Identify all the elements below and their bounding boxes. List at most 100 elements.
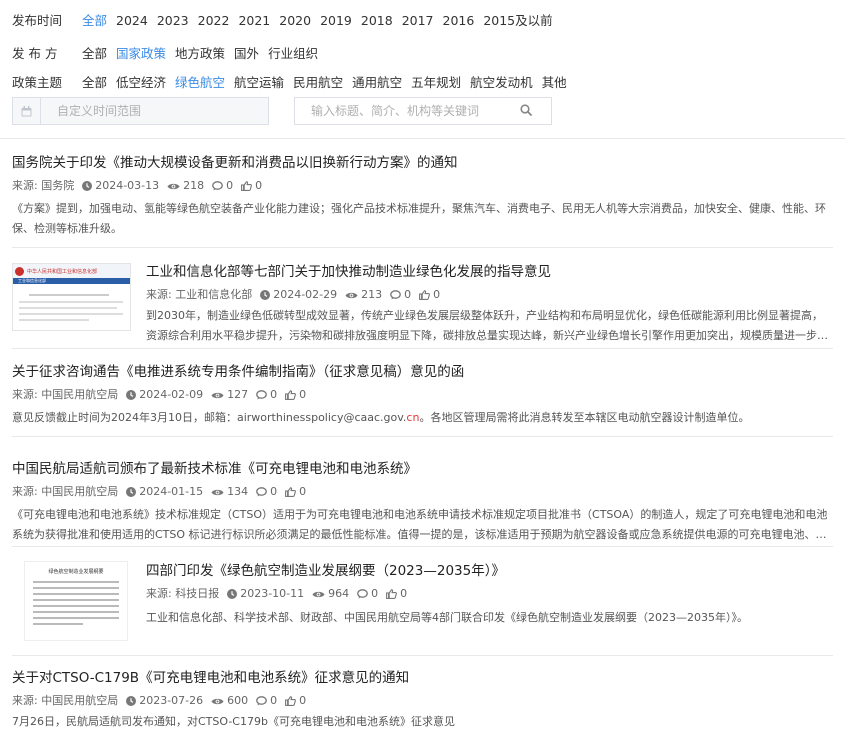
- item-title[interactable]: 关于对CTSO-C179B《可充电锂电池和电池系统》征求意见的通知: [12, 668, 833, 688]
- item-summary: 到2030年，制造业绿色低碳转型成效显著，传统产业绿色发展层级整体跃升，产业结构…: [146, 309, 828, 342]
- eye-icon: [345, 292, 358, 298]
- search-icon[interactable]: [520, 103, 532, 119]
- item-views: 127: [227, 388, 249, 401]
- item-views: 600: [227, 694, 249, 707]
- item-meta: 来源: 工业和信息化部 2024-02-29 213 0 0: [146, 288, 833, 302]
- filter-options-topic: 全部 低空经济 绿色航空 航空运输 民用航空 通用航空 五年规划 航空发动机 其他: [82, 72, 576, 91]
- filter-row-publisher: 发 布 方 全部 国家政策 地方政策 国外 行业组织: [12, 38, 842, 67]
- eye-icon: [167, 183, 180, 189]
- filter-panel: 发布时间 全部 2024 2023 2022 2021 2020 2019 2018 2017 2…: [12, 0, 842, 96]
- summary-text: 意见反馈截止时间为2024年3月10日，邮箱：airworthinesspoli…: [12, 411, 407, 424]
- eye-icon: [312, 591, 325, 597]
- item-title[interactable]: 中国民航局适航司颁布了最新技术标准《可充电锂电池和电池系统》: [12, 459, 833, 479]
- clock-icon: [260, 290, 271, 300]
- filter-option-topic[interactable]: 低空经济: [116, 75, 166, 90]
- thumbs-up-icon: [241, 181, 253, 191]
- filter-option-topic[interactable]: 民用航空: [293, 75, 343, 90]
- filter-option-time[interactable]: 2020: [279, 13, 311, 28]
- summary-text: 。各地区管理局需将此消息转发至本辖区电动航空器设计制造单位。: [419, 411, 750, 424]
- item-summary: 工业和信息化部、科学技术部、财政部、中国民用航空局等4部门联合印发《绿色航空制造…: [146, 611, 748, 624]
- clock-icon: [126, 696, 137, 706]
- item-likes: 0: [299, 388, 307, 401]
- filter-option-publisher[interactable]: 国家政策: [116, 46, 166, 61]
- item-title[interactable]: 四部门印发《绿色航空制造业发展纲要（2023—2035年）》: [146, 561, 833, 581]
- item-meta: 来源: 中国民用航空局 2024-02-09 127 0 0: [12, 388, 833, 402]
- summary-highlight: cn: [406, 411, 420, 424]
- item-date: 2024-02-29: [273, 288, 338, 301]
- filter-option-time[interactable]: 2023: [157, 13, 189, 28]
- comment-icon: [357, 589, 368, 599]
- emblem-icon: [15, 266, 24, 276]
- filter-option-topic[interactable]: 全部: [82, 75, 107, 90]
- item-date: 2024-03-13: [95, 179, 160, 192]
- list-item[interactable]: 关于对CTSO-C179B《可充电锂电池和电池系统》征求意见的通知 来源: 中国…: [12, 656, 833, 746]
- thumbs-up-icon: [386, 589, 398, 599]
- item-title[interactable]: 关于征求咨询通告《电推进系统专用条件编制指南》（征求意见稿）意见的函: [12, 362, 833, 382]
- filter-option-publisher[interactable]: 行业组织: [268, 46, 318, 61]
- filter-row-topic: 政策主题 全部 低空经济 绿色航空 航空运输 民用航空 通用航空 五年规划 航空发动机 其他: [12, 67, 842, 96]
- clock-icon: [227, 589, 238, 599]
- item-date: 2024-01-15: [139, 485, 204, 498]
- search-box[interactable]: [294, 97, 552, 125]
- list-item[interactable]: 中国民航局适航司颁布了最新技术标准《可充电锂电池和电池系统》 来源: 中国民用航…: [12, 437, 833, 547]
- list-item[interactable]: 绿色航空制造业发展纲要 四部门印发《绿色航空制造业发展纲要（2023—2035年…: [12, 547, 833, 656]
- filter-option-time[interactable]: 2018: [361, 13, 393, 28]
- thumb-tab-text: 工业和信息化部: [18, 278, 46, 283]
- thumb-doc-lines: [13, 284, 130, 327]
- filter-option-time[interactable]: 2021: [238, 13, 270, 28]
- filter-option-topic[interactable]: 通用航空: [352, 75, 402, 90]
- date-range-input[interactable]: [41, 98, 261, 124]
- item-source: 来源: 中国民用航空局: [12, 694, 119, 707]
- item-likes: 0: [255, 179, 263, 192]
- comment-icon: [212, 181, 223, 191]
- comment-icon: [390, 290, 401, 300]
- item-thumbnail[interactable]: 中华人民共和国工业和信息化部 工业和信息化部: [12, 263, 131, 331]
- item-source: 来源: 中国民用航空局: [12, 485, 119, 498]
- item-title[interactable]: 国务院关于印发《推动大规模设备更新和消费品以旧换新行动方案》的通知: [12, 153, 833, 173]
- search-input[interactable]: [295, 104, 510, 118]
- filter-option-time[interactable]: 2017: [402, 13, 434, 28]
- date-range-picker[interactable]: [12, 97, 269, 125]
- item-likes: 0: [433, 288, 441, 301]
- filter-option-time[interactable]: 全部: [82, 13, 107, 28]
- item-comments: 0: [270, 388, 278, 401]
- filter-option-topic[interactable]: 其他: [542, 75, 567, 90]
- comment-icon: [256, 487, 267, 497]
- filter-option-topic[interactable]: 五年规划: [411, 75, 461, 90]
- filter-options-publisher: 全部 国家政策 地方政策 国外 行业组织: [82, 43, 327, 62]
- item-views: 964: [328, 587, 350, 600]
- thumbs-up-icon: [285, 696, 297, 706]
- item-title[interactable]: 工业和信息化部等七部门关于加快推动制造业绿色化发展的指导意见: [146, 262, 833, 282]
- filter-option-topic[interactable]: 航空运输: [234, 75, 284, 90]
- item-summary: 《方案》提到，加强电动、氢能等绿色航空装备产业化能力建设；强化产品技术标准提升，…: [12, 202, 826, 235]
- filter-option-publisher[interactable]: 国外: [234, 46, 259, 61]
- list-item[interactable]: 关于征求咨询通告《电推进系统专用条件编制指南》（征求意见稿）意见的函 来源: 中…: [12, 349, 833, 437]
- item-comments: 0: [270, 694, 278, 707]
- filter-option-time[interactable]: 2016: [443, 13, 475, 28]
- filter-option-topic[interactable]: 航空发动机: [470, 75, 533, 90]
- thumbs-up-icon: [285, 487, 297, 497]
- item-summary: 《可充电锂电池和电池系统》技术标准规定（CTSO）适用于为可充电锂电池和电池系统…: [12, 508, 828, 541]
- item-meta: 来源: 中国民用航空局 2024-01-15 134 0 0: [12, 485, 833, 499]
- filter-option-publisher[interactable]: 地方政策: [175, 46, 225, 61]
- list-item[interactable]: 国务院关于印发《推动大规模设备更新和消费品以旧换新行动方案》的通知 来源: 国务…: [12, 139, 833, 248]
- filter-option-topic[interactable]: 绿色航空: [175, 75, 225, 90]
- item-thumbnail[interactable]: 绿色航空制造业发展纲要: [24, 561, 128, 641]
- filter-option-time[interactable]: 2024: [116, 13, 148, 28]
- filter-option-time[interactable]: 2022: [198, 13, 230, 28]
- item-summary: 意见反馈截止时间为2024年3月10日，邮箱：airworthinesspoli…: [12, 408, 833, 428]
- comment-icon: [256, 696, 267, 706]
- list-item[interactable]: 中华人民共和国工业和信息化部 工业和信息化部 工业和信息化部等七部门关于加快推动…: [12, 248, 833, 349]
- item-source: 来源: 科技日报: [146, 587, 220, 600]
- thumbs-up-icon: [285, 390, 297, 400]
- item-source: 来源: 中国民用航空局: [12, 388, 119, 401]
- filter-option-publisher[interactable]: 全部: [82, 46, 107, 61]
- thumb-doc-title: 绿色航空制造业发展纲要: [48, 569, 104, 575]
- thumb-banner-text: 中华人民共和国工业和信息化部: [27, 268, 98, 275]
- filter-label-time: 发布时间: [12, 12, 63, 28]
- filter-option-time[interactable]: 2015及以前: [483, 13, 552, 28]
- item-meta: 来源: 中国民用航空局 2023-07-26 600 0 0: [12, 694, 833, 708]
- filter-option-time[interactable]: 2019: [320, 13, 352, 28]
- item-source: 来源: 工业和信息化部: [146, 288, 253, 301]
- item-views: 218: [183, 179, 205, 192]
